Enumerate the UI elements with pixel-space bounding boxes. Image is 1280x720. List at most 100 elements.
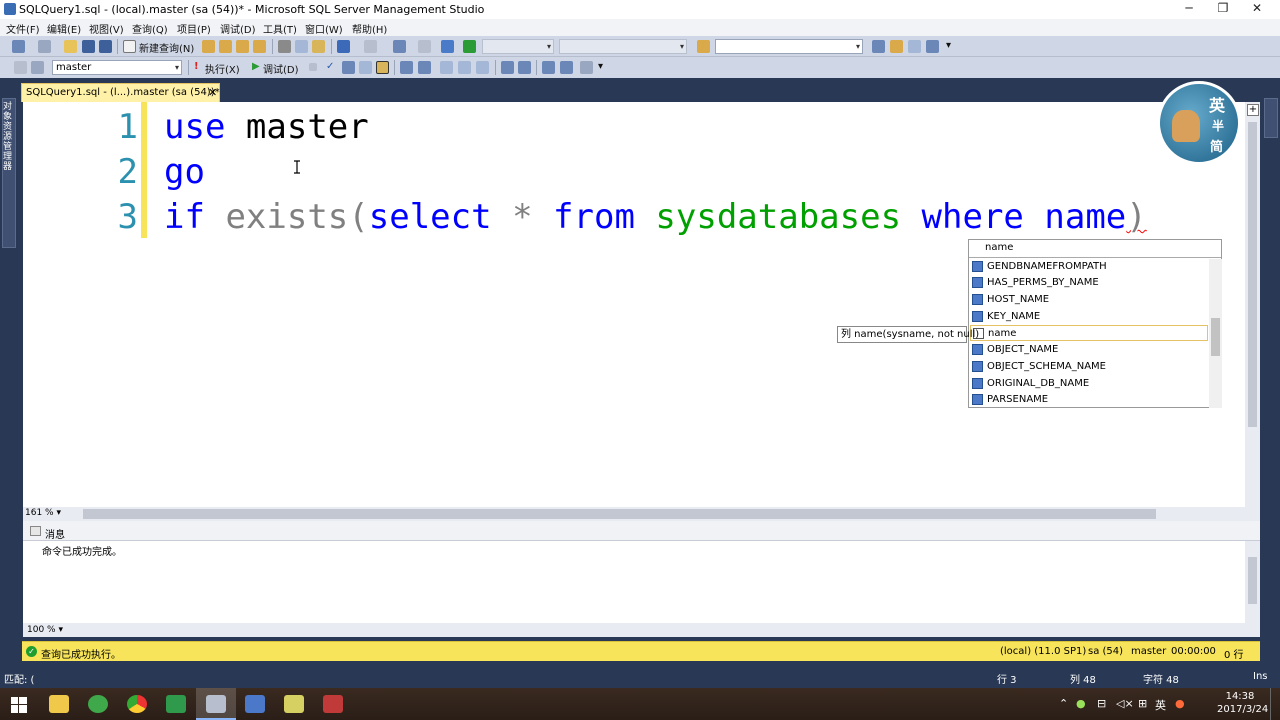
tray-expand-icon[interactable]: ⌃: [1059, 697, 1068, 710]
menu-view[interactable]: 视图(V): [89, 21, 124, 36]
mdx-query-icon[interactable]: [236, 40, 249, 53]
tab-sqlquery1[interactable]: SQLQuery1.sql - (l...).master (sa (54))*…: [21, 83, 220, 102]
parse-icon[interactable]: ✓: [326, 61, 334, 72]
uncomment-icon[interactable]: [518, 61, 531, 74]
solution-config-dropdown[interactable]: ▾: [482, 39, 554, 54]
recorder-icon[interactable]: [323, 695, 343, 713]
chrome-icon[interactable]: [127, 695, 147, 713]
save-icon[interactable]: [82, 40, 95, 53]
green-app-icon[interactable]: [166, 695, 186, 713]
cancel-query-icon[interactable]: [309, 63, 317, 71]
find-icon[interactable]: [697, 40, 710, 53]
menu-tools[interactable]: 工具(T): [263, 21, 297, 36]
debug-button[interactable]: 调试(D): [263, 61, 299, 76]
debug-run-icon[interactable]: ▶: [252, 61, 260, 72]
editor-scroll-thumb[interactable]: [1248, 122, 1257, 427]
open-folder-icon[interactable]: [64, 40, 77, 53]
menu-query[interactable]: 查询(Q): [132, 21, 168, 36]
decrease-indent-icon[interactable]: [542, 61, 555, 74]
window-icon[interactable]: [38, 40, 51, 53]
results-zoom-dropdown[interactable]: 100 % ▾: [27, 625, 63, 635]
completion-item[interactable]: HAS_PERMS_BY_NAME: [970, 275, 1208, 291]
completion-item[interactable]: OBJECT_SCHEMA_NAME: [970, 359, 1208, 375]
template-explorer-icon[interactable]: [926, 40, 939, 53]
save-all-icon[interactable]: [99, 40, 112, 53]
menu-edit[interactable]: 编辑(E): [47, 21, 81, 36]
messages-scroll-thumb[interactable]: [1248, 557, 1257, 604]
completion-item[interactable]: ORIGINAL_DB_NAME: [970, 376, 1208, 392]
menu-help[interactable]: 帮助(H): [352, 21, 387, 36]
database-engine-query-icon[interactable]: [202, 40, 215, 53]
available-databases-dropdown[interactable]: master ▾: [52, 60, 182, 75]
start-debug-icon[interactable]: [463, 40, 476, 53]
messages-pane[interactable]: 命令已成功完成。: [23, 541, 1260, 623]
tray-network-app-icon[interactable]: ●: [1076, 697, 1086, 710]
copy-icon[interactable]: [295, 40, 308, 53]
results-to-file-icon[interactable]: [476, 61, 489, 74]
navigate-forward-icon[interactable]: [418, 40, 431, 53]
editor-zoom-dropdown[interactable]: 161 % ▾: [25, 508, 61, 518]
execute-button[interactable]: 执行(X): [205, 61, 240, 76]
change-connection-icon[interactable]: [31, 61, 44, 74]
increase-indent-icon[interactable]: [560, 61, 573, 74]
navigate-icon[interactable]: [393, 40, 406, 53]
intellisense-scroll-thumb[interactable]: [1211, 318, 1220, 356]
client-stats-icon[interactable]: [418, 61, 431, 74]
completion-item-selected[interactable]: name: [970, 325, 1208, 341]
xmla-query-icon[interactable]: [253, 40, 266, 53]
browser-icon[interactable]: [88, 695, 108, 713]
completion-item[interactable]: KEY_NAME: [970, 309, 1208, 325]
input-method-icon[interactable]: ⊞: [1138, 697, 1147, 710]
close-window-button[interactable]: ✕: [1240, 0, 1274, 19]
display-plan-icon[interactable]: [342, 61, 355, 74]
activity-monitor-icon[interactable]: [441, 40, 454, 53]
tray-app-icon[interactable]: ●: [1175, 697, 1185, 710]
new-query-button[interactable]: 新建查询(N): [139, 40, 194, 55]
registered-servers-icon[interactable]: [908, 40, 921, 53]
undo-icon[interactable]: [337, 40, 350, 53]
language-indicator[interactable]: 英: [1155, 697, 1166, 713]
analysis-query-icon[interactable]: [219, 40, 232, 53]
tab-close-icon[interactable]: ✕: [208, 86, 217, 99]
network-icon[interactable]: ⊟: [1097, 697, 1106, 710]
code-line-3[interactable]: if exists(select * from sysdatabases whe…: [164, 197, 1147, 237]
menu-file[interactable]: 文件(F): [6, 21, 40, 36]
toolbar2-overflow-icon[interactable]: ▾: [598, 61, 603, 72]
completion-item[interactable]: GENDBNAMEFROMPATH: [970, 259, 1208, 275]
completion-item[interactable]: HOST_NAME: [970, 292, 1208, 308]
toolbox-icon[interactable]: [890, 40, 903, 53]
show-desktop-button[interactable]: [1270, 688, 1280, 720]
find-combo[interactable]: ▾: [715, 39, 863, 54]
menu-project[interactable]: 项目(P): [177, 21, 211, 36]
menu-debug[interactable]: 调试(D): [220, 21, 256, 36]
properties-tab[interactable]: [1264, 98, 1278, 138]
messages-tab[interactable]: 消息: [23, 521, 1260, 541]
menu-window[interactable]: 窗口(W): [305, 21, 343, 36]
object-explorer-icon[interactable]: [12, 40, 25, 53]
remote-desktop-icon[interactable]: [245, 695, 265, 713]
volume-icon[interactable]: ◁×: [1116, 697, 1134, 710]
toolbar-overflow-icon[interactable]: ▾: [946, 40, 951, 51]
properties-icon[interactable]: [872, 40, 885, 53]
intellisense-icon[interactable]: [376, 61, 389, 74]
ssms-taskbar-icon[interactable]: [206, 695, 226, 713]
code-line-2[interactable]: go: [164, 152, 205, 192]
results-to-text-icon[interactable]: [440, 61, 453, 74]
windows-start-icon[interactable]: [11, 697, 27, 713]
results-to-grid-icon[interactable]: [458, 61, 471, 74]
completion-item[interactable]: OBJECT_NAME: [970, 342, 1208, 358]
connect-icon[interactable]: [14, 61, 27, 74]
restore-button[interactable]: ❐: [1206, 0, 1240, 19]
query-designer-icon[interactable]: [359, 61, 372, 74]
paste-icon[interactable]: [312, 40, 325, 53]
editor-horizontal-scroll-thumb[interactable]: [83, 509, 1156, 519]
completion-item[interactable]: PARSENAME: [970, 392, 1208, 408]
taskbar-clock[interactable]: 14:38 2017/3/24: [1217, 690, 1268, 716]
redo-icon[interactable]: [364, 40, 377, 53]
split-editor-icon[interactable]: +: [1247, 104, 1259, 116]
notepad-icon[interactable]: [284, 695, 304, 713]
include-plan-icon[interactable]: [400, 61, 413, 74]
cut-icon[interactable]: [278, 40, 291, 53]
platform-dropdown[interactable]: ▾: [559, 39, 687, 54]
comment-icon[interactable]: [501, 61, 514, 74]
